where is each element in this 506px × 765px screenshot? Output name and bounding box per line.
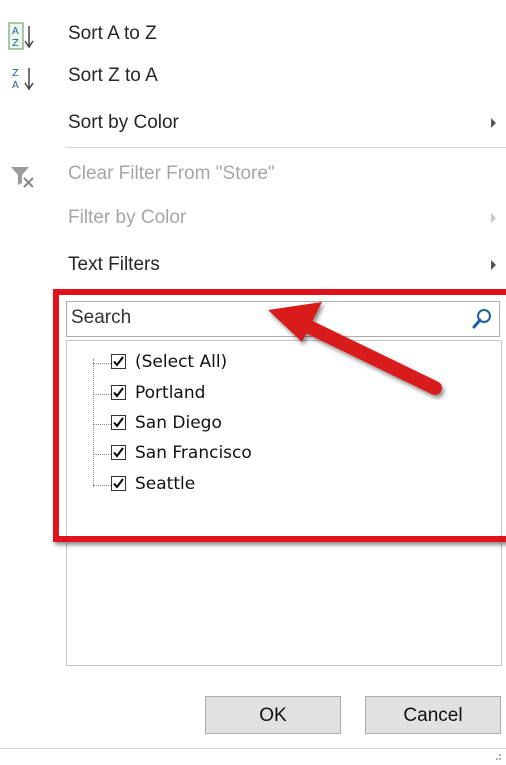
filter-by-color-label: Filter by Color [68,207,187,228]
resize-grip-icon[interactable] [496,753,502,761]
annotation-arrow-icon [268,302,442,395]
clear-filter-item[interactable]: Clear Filter From "Store" [0,152,506,198]
text-filters-label: Text Filters [68,254,160,275]
cancel-button[interactable]: Cancel [365,696,501,734]
svg-text:A: A [12,26,19,37]
text-filters-item[interactable]: Text Filters [0,243,506,289]
svg-text:Z: Z [12,38,19,49]
menu-separator [66,147,506,148]
clear-filter-icon [11,167,34,188]
submenu-arrow-icon [491,260,496,270]
sort-ascending-icon: A Z [8,22,34,50]
svg-text:A: A [12,80,19,91]
sort-by-color-label: Sort by Color [68,112,179,133]
resize-bar [0,748,506,749]
filter-by-color-item[interactable]: Filter by Color [0,196,506,242]
clear-filter-label: Clear Filter From "Store" [68,163,275,184]
sort-by-color-item[interactable]: Sort by Color [0,101,506,147]
sort-a-to-z-label: Sort A to Z [68,23,157,44]
ok-button[interactable]: OK [205,696,341,734]
sort-z-to-a-item[interactable]: Z A Sort Z to A [0,54,506,100]
svg-text:Z: Z [12,68,19,79]
sort-descending-icon: Z A [12,68,34,91]
submenu-arrow-icon [491,118,496,128]
sort-a-to-z-item[interactable]: A Z Sort A to Z [0,12,506,58]
submenu-arrow-icon [491,213,496,223]
sort-z-to-a-label: Sort Z to A [68,65,158,86]
autofilter-menu: A Z Sort A to Z Z A Sort Z to A Sort by … [0,0,506,765]
